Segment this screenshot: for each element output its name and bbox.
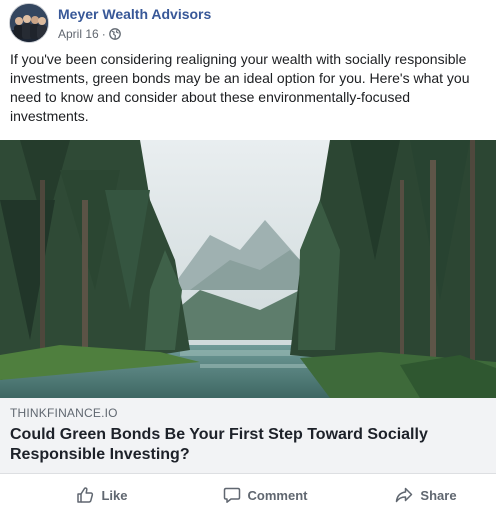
post-text: If you've been considering realigning yo… [10, 51, 470, 124]
thumbs-up-icon [77, 487, 94, 503]
post-actions-bar: Like Comment Share [0, 476, 496, 514]
page-name-link[interactable]: Meyer Wealth Advisors [58, 6, 211, 22]
link-preview-image[interactable] [0, 140, 496, 398]
link-title[interactable]: Could Green Bonds Be Your First Step Tow… [10, 425, 480, 465]
comment-button[interactable]: Comment [210, 480, 320, 510]
like-button[interactable]: Like [62, 480, 142, 510]
post-date[interactable]: April 16 [58, 27, 99, 41]
post-header: Meyer Wealth Advisors April 16 · [8, 2, 488, 46]
meta-separator: · [101, 27, 106, 41]
share-label: Share [420, 487, 457, 503]
link-preview-info[interactable]: THINKFINANCE.IO Could Green Bonds Be You… [0, 398, 496, 474]
post-meta: April 16 · [58, 27, 121, 41]
link-domain: THINKFINANCE.IO [10, 406, 118, 420]
share-button[interactable]: Share [380, 480, 472, 510]
share-arrow-icon [396, 487, 413, 503]
facebook-post: Meyer Wealth Advisors April 16 · If you'… [0, 0, 496, 514]
like-label: Like [101, 487, 128, 503]
comment-bubble-icon [223, 487, 240, 503]
globe-icon[interactable] [108, 28, 121, 40]
page-avatar[interactable] [9, 3, 49, 43]
comment-label: Comment [247, 487, 308, 503]
